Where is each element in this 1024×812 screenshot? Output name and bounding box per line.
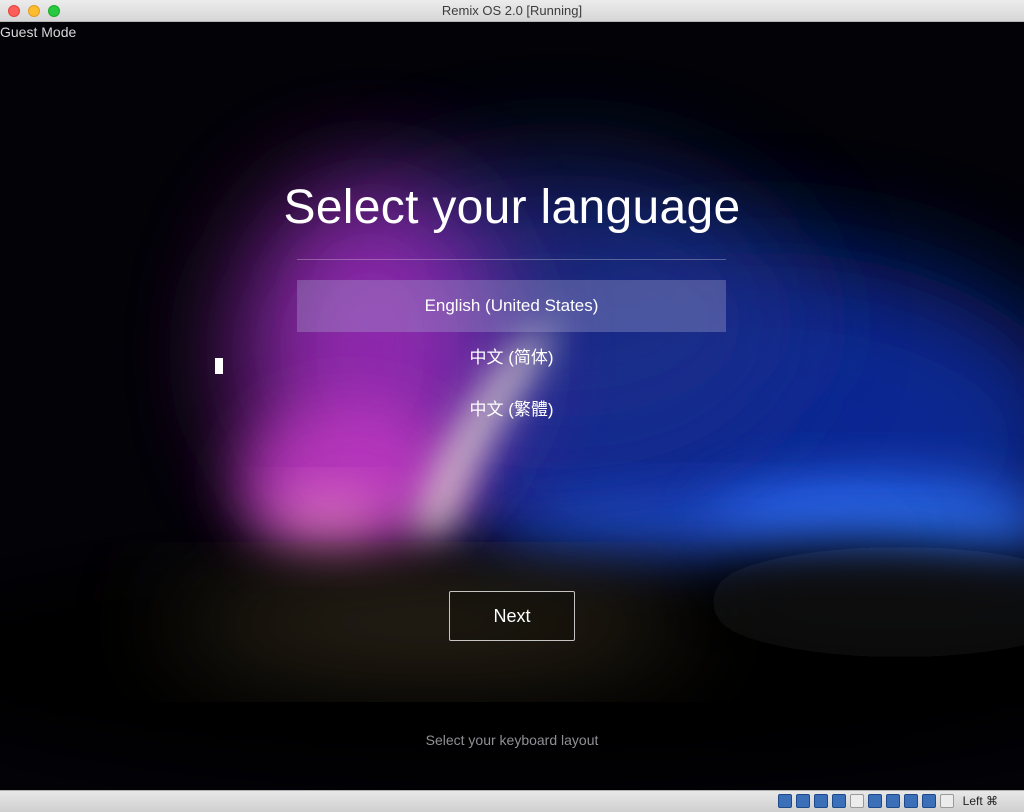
status-icons: [778, 794, 954, 808]
shared-folder-icon[interactable]: [850, 794, 864, 808]
usb-icon[interactable]: [814, 794, 828, 808]
language-option-chinese-traditional[interactable]: 中文 (繁體): [297, 384, 726, 436]
guest-mode-label: Guest Mode: [0, 24, 77, 40]
pen-icon[interactable]: [832, 794, 846, 808]
language-list: English (United States) 中文 (简体) 中文 (繁體): [297, 280, 726, 436]
capture-icon[interactable]: [886, 794, 900, 808]
language-option-english[interactable]: English (United States): [297, 280, 726, 332]
network-icon[interactable]: [796, 794, 810, 808]
video-icon[interactable]: [904, 794, 918, 808]
vm-statusbar: Left ⌘: [0, 790, 1024, 812]
title-divider: [297, 259, 726, 260]
keyboard-layout-link[interactable]: Select your keyboard layout: [0, 732, 1024, 748]
host-key-label: Left ⌘: [962, 794, 998, 808]
page-title: Select your language: [283, 181, 741, 234]
cd-icon[interactable]: [778, 794, 792, 808]
text-cursor: [215, 358, 223, 374]
window-title: Remix OS 2.0 [Running]: [441, 3, 583, 18]
window-titlebar: Remix OS 2.0 [Running]: [0, 0, 1024, 22]
vm-screen[interactable]: Guest Mode Select your language English …: [0, 22, 1024, 790]
mouse-icon[interactable]: [922, 794, 936, 808]
download-icon[interactable]: [940, 794, 954, 808]
next-button[interactable]: Next: [449, 591, 575, 641]
display-icon[interactable]: [868, 794, 882, 808]
language-option-chinese-simplified[interactable]: 中文 (简体): [297, 332, 726, 384]
